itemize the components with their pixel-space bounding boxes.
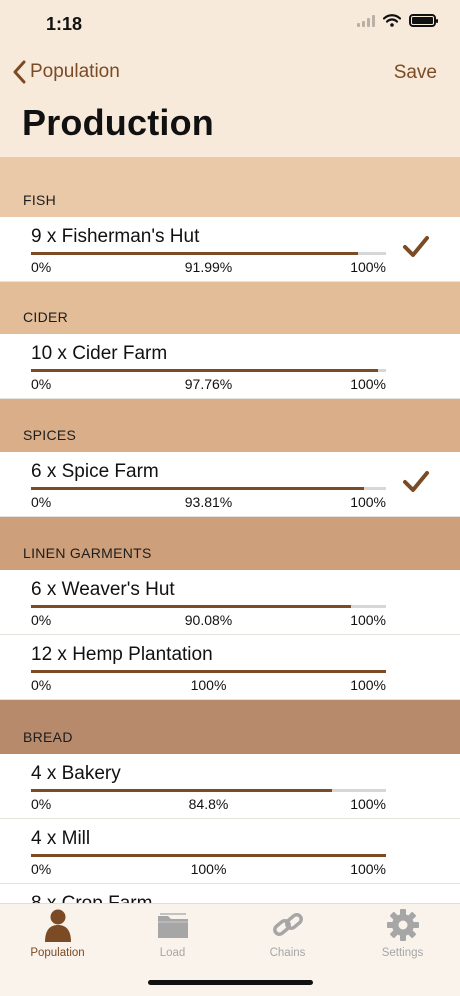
cellular-signal-icon <box>357 14 375 27</box>
folder-icon <box>157 913 188 938</box>
tab-settings[interactable]: Settings <box>345 908 460 959</box>
building-name: 9 x Fisherman's Hut <box>31 226 200 247</box>
production-row[interactable]: 4 x Bakery 0% 84.8% 100% <box>0 754 460 819</box>
section-title: SPICES <box>23 427 77 443</box>
production-row[interactable]: 6 x Spice Farm 0% 93.81% 100% <box>0 452 460 517</box>
max-label: 100% <box>350 677 386 693</box>
person-icon <box>44 909 71 942</box>
production-row[interactable]: 10 x Cider Farm 0% 97.76% 100% <box>0 334 460 399</box>
checkmark-icon <box>403 471 429 492</box>
value-label: 97.76% <box>184 376 233 392</box>
checkmark-icon <box>403 236 429 257</box>
back-button[interactable]: Population <box>12 60 120 84</box>
production-row[interactable]: 12 x Hemp Plantation 0% 100% 100% <box>0 635 460 700</box>
section-title: FISH <box>23 192 57 208</box>
tab-label: Chains <box>269 947 306 959</box>
tab-label: Settings <box>381 947 424 959</box>
chevron-left-icon <box>13 60 26 84</box>
value-label: 91.99% <box>184 259 233 275</box>
tab-chains[interactable]: Chains <box>230 908 345 959</box>
value-label: 93.81% <box>184 494 233 510</box>
productivity-fill <box>31 605 351 608</box>
status-time: 1:18 <box>46 14 83 34</box>
section-title: BREAD <box>23 729 73 745</box>
production-row[interactable]: 4 x Mill 0% 100% 100% <box>0 819 460 884</box>
status-icons <box>357 14 438 27</box>
value-label: 100% <box>190 861 227 877</box>
productivity-bar <box>31 789 386 792</box>
productivity-fill <box>31 670 386 673</box>
back-label: Population <box>30 61 120 82</box>
building-name: 6 x Weaver's Hut <box>31 579 175 600</box>
productivity-fill <box>31 252 358 255</box>
building-name: 12 x Hemp Plantation <box>31 644 213 665</box>
productivity-fill <box>31 854 386 857</box>
productivity-fill <box>31 369 379 372</box>
tab-label: Load <box>159 947 186 959</box>
max-label: 100% <box>350 376 386 392</box>
building-name: 4 x Mill <box>31 828 91 849</box>
productivity-fill <box>31 487 365 490</box>
section-header: SPICES <box>0 399 460 452</box>
battery-icon <box>409 14 438 27</box>
wifi-icon <box>383 14 401 27</box>
section-header: FISH <box>0 157 460 217</box>
max-label: 100% <box>350 259 386 275</box>
page-title: Production <box>22 102 214 143</box>
link-icon <box>272 913 303 936</box>
tab-population[interactable]: Population <box>0 908 115 959</box>
building-name: 10 x Cider Farm <box>31 343 168 364</box>
tab-load[interactable]: Load <box>115 908 230 959</box>
section-title: LINEN GARMENTS <box>23 545 152 561</box>
max-label: 100% <box>350 612 386 628</box>
section-title: CIDER <box>23 309 69 325</box>
max-label: 100% <box>350 494 386 510</box>
max-label: 100% <box>350 861 386 877</box>
production-row[interactable]: 6 x Weaver's Hut 0% 90.08% 100% <box>0 570 460 635</box>
productivity-fill <box>31 789 333 792</box>
home-indicator <box>148 980 313 985</box>
value-label: 84.8% <box>188 796 229 812</box>
building-name: 4 x Bakery <box>31 763 121 784</box>
section-header: LINEN GARMENTS <box>0 517 460 570</box>
section-header: CIDER <box>0 282 460 334</box>
value-label: 90.08% <box>184 612 233 628</box>
max-label: 100% <box>350 796 386 812</box>
productivity-bar <box>31 487 386 490</box>
building-name: 6 x Spice Farm <box>31 461 159 482</box>
gear-icon <box>386 909 419 941</box>
value-label: 100% <box>190 677 227 693</box>
production-row[interactable]: 9 x Fisherman's Hut 0% 91.99% 100% <box>0 217 460 282</box>
productivity-bar <box>31 252 386 255</box>
save-button[interactable]: Save <box>394 62 437 84</box>
tab-label: Population <box>30 947 85 959</box>
productivity-bar <box>31 670 386 673</box>
productivity-bar <box>31 369 386 372</box>
productivity-bar <box>31 854 386 857</box>
section-header: BREAD <box>0 700 460 754</box>
header: 1:18 Population Save Production <box>0 0 460 157</box>
production-list: FISH 9 x Fisherman's Hut 0% 91.99% 100% … <box>0 157 460 949</box>
productivity-bar <box>31 605 386 608</box>
